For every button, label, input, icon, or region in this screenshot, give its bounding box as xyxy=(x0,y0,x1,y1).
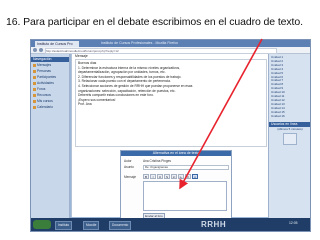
strikethrough-button[interactable]: S xyxy=(164,173,170,179)
align-button[interactable]: ≡ xyxy=(185,173,191,179)
author-value: Ana Cristina Pinges xyxy=(143,159,171,163)
sidebar-item-label: Calendario xyxy=(37,105,53,109)
forward-icon[interactable] xyxy=(39,48,43,52)
author-label: Autor xyxy=(124,159,132,163)
slide-caption: 16. Para participar en el debate escribi… xyxy=(6,16,303,28)
unit-list: Unidad 1 Unidad 2 Unidad 3 Unidad 4 Unid… xyxy=(269,56,310,119)
folder-icon xyxy=(33,93,36,97)
sidebar-item-label: Personas xyxy=(37,69,51,73)
address-bar: http://aulavirtual/moodle/mod/forum/post… xyxy=(31,47,310,54)
subject-input[interactable]: Re: Organigramas xyxy=(143,165,229,170)
folder-icon xyxy=(33,63,36,67)
forum-main: Mensaje Buenos días 1. Determinar la est… xyxy=(71,54,268,222)
folder-icon xyxy=(33,75,36,79)
folder-icon xyxy=(33,105,36,109)
taskbar-button[interactable]: Instituto xyxy=(55,221,73,230)
sidebar-item-label: Mensajes xyxy=(37,63,52,67)
folder-icon xyxy=(33,81,36,85)
underline-button[interactable]: U xyxy=(157,173,163,179)
unit-link[interactable]: Unidad 16 xyxy=(269,115,310,119)
subject-label: Asunto xyxy=(124,165,134,169)
bold-button[interactable]: B xyxy=(143,173,149,179)
editor-toolbar: B I U S x² x₂ ≡ ☺ xyxy=(143,173,198,179)
subject-value: Re: Organigramas xyxy=(145,165,168,169)
taskbar-button[interactable]: Documento xyxy=(109,221,132,230)
taskbar-button[interactable]: Moodle xyxy=(83,221,100,230)
browser-tabbar: Instituto de Cursos Pro Instituto de Cur… xyxy=(31,40,310,47)
sidebar-item-label: Foros xyxy=(37,87,46,91)
window-title: Instituto de Cursos Profesionales - Mozi… xyxy=(101,41,179,45)
taskbar-clock: 12:05 xyxy=(289,221,298,225)
sidebar-item-label: Mis cursos xyxy=(37,99,53,103)
folder-icon xyxy=(33,69,36,73)
subscript-button[interactable]: x₂ xyxy=(178,173,184,179)
message-label: Mensaje xyxy=(124,175,137,179)
reply-form: Alternativa en el área de texto Autor An… xyxy=(120,150,232,222)
emoticon-button[interactable]: ☺ xyxy=(192,173,198,179)
sidebar-item-label: Recursos xyxy=(37,93,51,97)
sidebar-item-label: Participantes xyxy=(37,75,57,79)
online-users-note: (últimos 5 minutos) xyxy=(277,126,303,131)
rrhh-logo: RRHH xyxy=(201,220,227,229)
italic-button[interactable]: I xyxy=(150,173,156,179)
post-signature: Prof. Ana xyxy=(78,102,92,107)
folder-icon xyxy=(33,99,36,103)
sidebar-item[interactable]: Calendario xyxy=(31,104,69,110)
superscript-button[interactable]: x² xyxy=(171,173,177,179)
reply-form-header: Alternativa en el área de texto xyxy=(121,151,231,156)
folder-icon xyxy=(33,87,36,91)
back-icon[interactable] xyxy=(33,48,37,52)
start-button[interactable] xyxy=(33,220,51,229)
sidebar-item-label: Actividades xyxy=(37,81,54,85)
message-textarea[interactable] xyxy=(143,181,227,211)
post-body: Buenos días 1. Determinar la estructura … xyxy=(76,60,266,146)
screenshot: Instituto de Cursos Pro Instituto de Cur… xyxy=(30,39,311,232)
left-sidebar: Navegación Mensajes Personas Participant… xyxy=(31,54,70,218)
taskbar: Instituto Moodle Documento RRHH 12:05 xyxy=(31,218,310,231)
user-avatar xyxy=(283,132,297,145)
right-panel: Unidad 1 Unidad 2 Unidad 3 Unidad 4 Unid… xyxy=(268,54,310,218)
post-label: Mensaje xyxy=(75,54,88,58)
forum-post: Buenos días 1. Determinar la estructura … xyxy=(75,59,267,147)
